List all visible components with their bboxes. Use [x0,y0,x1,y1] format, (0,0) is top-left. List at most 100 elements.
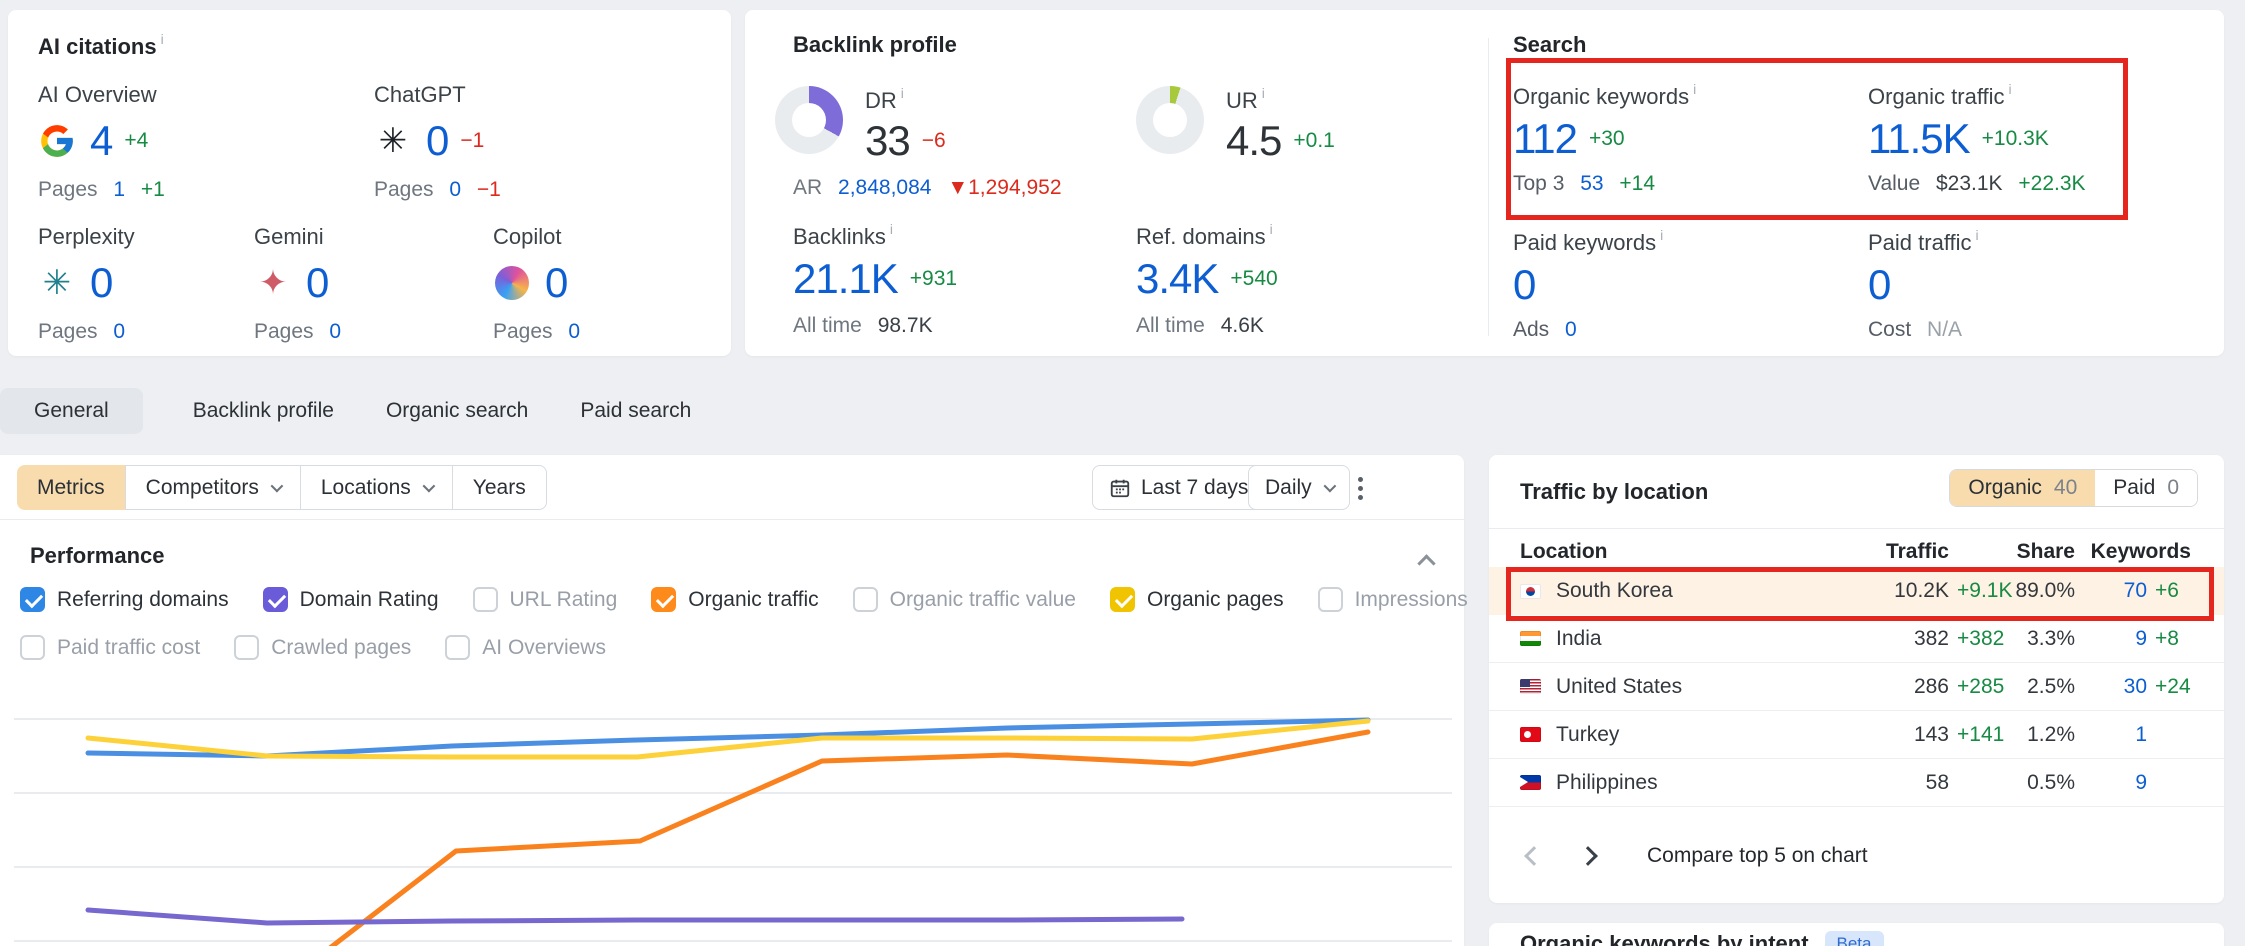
calendar-icon [1109,477,1131,499]
locations-dropdown[interactable]: Locations [301,465,453,510]
info-icon[interactable]: i [2009,81,2012,97]
checkbox-ai-overviews[interactable]: AI Overviews [445,635,606,660]
metrics-button[interactable]: Metrics [17,465,125,510]
ur-donut [1136,86,1204,154]
info-icon[interactable]: i [1262,85,1265,101]
checkbox-organic-pages[interactable]: Organic pages [1110,587,1284,612]
copilot-pages: Pages 0 [493,320,580,344]
ar-delta: ▼1,294,952 [947,176,1061,199]
paid-keywords-value[interactable]: 0 [1513,264,1535,306]
perplexity-icon: ✳ [38,264,76,302]
ur-label: URi [1226,88,1335,114]
ai-citations-card: AI citationsi AI Overview 4 +4 Pages 1 +… [8,10,731,356]
paid-traffic-value[interactable]: 0 [1868,264,1890,306]
checkbox-organic-traffic-value[interactable]: Organic traffic value [853,587,1076,612]
paid-keywords-block: Paid keywordsi 0 Ads 0 [1513,230,1663,342]
dr-block: DRi 33 −6 [775,86,946,162]
tab-general[interactable]: General [0,388,143,434]
ai-metric-chatgpt: ChatGPT ✳ 0 −1 Pages 0 −1 [374,82,501,202]
checkbox-url-rating[interactable]: URL Rating [473,587,618,612]
performance-chart[interactable] [0,683,1464,946]
info-icon[interactable]: i [901,85,904,101]
ref-domains-block: Ref. domainsi 3.4K +540 All time 4.6K [1136,224,1278,338]
info-icon[interactable]: i [1270,221,1273,237]
table-row-philippines[interactable]: Philippines 58 0.5% 9 [1489,759,2224,807]
chatgpt-value[interactable]: 0 [426,120,448,162]
gemini-icon: ✦ [254,264,292,302]
collapse-chevron-icon[interactable] [1417,554,1435,572]
backlinks-alltime: All time 98.7K [793,314,957,338]
next-page-chevron-icon[interactable] [1578,846,1598,866]
granularity-dropdown[interactable]: Daily [1248,465,1350,510]
table-row-south-korea[interactable]: South Korea 10.2K +9.1K 89.0% 70 +6 [1489,567,2224,615]
toggle-paid[interactable]: Paid 0 [2095,470,2197,506]
info-icon[interactable]: i [1660,227,1663,243]
compare-top-5-link[interactable]: Compare top 5 on chart [1647,844,1868,868]
ref-domains-value[interactable]: 3.4K [1136,258,1218,300]
ref-domains-alltime: All time 4.6K [1136,314,1278,338]
metric-checkbox-row-1: Referring domains Domain Rating URL Rati… [20,587,1638,612]
organic-keywords-sub: Top 3 53 +14 [1513,172,1696,196]
competitors-dropdown[interactable]: Competitors [125,465,301,510]
performance-card: Metrics Competitors Locations Years Last… [0,455,1464,946]
organic-traffic-label: Organic traffici [1868,84,2086,110]
toggle-organic[interactable]: Organic 40 [1950,470,2095,506]
tab-organic-search[interactable]: Organic search [360,388,554,434]
chevron-down-icon [270,480,283,493]
backlink-search-card: Backlink profile DRi 33 −6 AR 2,848,084 … [745,10,2224,356]
organic-traffic-value[interactable]: 11.5K [1868,118,1970,160]
backlinks-value[interactable]: 21.1K [793,258,898,300]
checkbox-icon [20,587,45,612]
organic-traffic-delta: +10.3K [1982,127,2049,151]
ar-row: AR 2,848,084 ▼1,294,952 [793,176,1062,200]
checkbox-icon [1318,587,1343,612]
perplexity-value[interactable]: 0 [90,262,112,304]
keywords-by-intent-card: Organic keywords by intent Beta [1489,923,2224,946]
tab-backlink-profile[interactable]: Backlink profile [167,388,360,434]
checkbox-crawled-pages[interactable]: Crawled pages [234,635,411,660]
metric-checkbox-row-2: Paid traffic cost Crawled pages AI Overv… [20,635,606,660]
checkbox-referring-domains[interactable]: Referring domains [20,587,229,612]
ur-block: URi 4.5 +0.1 [1136,86,1335,162]
ai-overview-value[interactable]: 4 [90,120,112,162]
info-icon[interactable]: i [890,221,893,237]
checkbox-impressions[interactable]: Impressions [1318,587,1468,612]
paid-traffic-sub: Cost N/A [1868,318,1979,342]
divider [0,519,1464,520]
ref-domains-delta: +540 [1230,267,1277,291]
backlinks-label: Backlinksi [793,224,957,250]
openai-icon: ✳ [374,122,412,160]
more-options-kebab[interactable] [1345,467,1375,509]
copilot-value[interactable]: 0 [545,262,567,304]
checkbox-domain-rating[interactable]: Domain Rating [263,587,439,612]
ai-metric-copilot: Copilot 0 Pages 0 [493,224,580,344]
dr-label: DRi [865,88,946,114]
previous-page-chevron-icon[interactable] [1524,846,1544,866]
checkbox-icon [263,587,288,612]
organic-keywords-value[interactable]: 112 [1513,118,1577,160]
info-icon[interactable]: i [1976,227,1979,243]
gemini-label: Gemini [254,224,341,250]
info-icon[interactable]: i [161,31,164,47]
ai-metric-perplexity: Perplexity ✳ 0 Pages 0 [38,224,135,344]
years-button[interactable]: Years [453,465,547,510]
checkbox-organic-traffic[interactable]: Organic traffic [651,587,818,612]
ar-value-link[interactable]: 2,848,084 [838,176,931,199]
chatgpt-label: ChatGPT [374,82,501,108]
checkbox-paid-traffic-cost[interactable]: Paid traffic cost [20,635,200,660]
traffic-type-toggle: Organic 40 Paid 0 [1949,469,2198,507]
paid-keywords-label: Paid keywordsi [1513,230,1663,256]
chatgpt-pages: Pages 0 −1 [374,178,501,202]
table-row-india[interactable]: India 382 +382 3.3% 9 +8 [1489,615,2224,663]
table-row-united-states[interactable]: United States 286 +285 2.5% 30 +24 [1489,663,2224,711]
info-icon[interactable]: i [1693,81,1696,97]
perplexity-pages: Pages 0 [38,320,135,344]
gemini-value[interactable]: 0 [306,262,328,304]
table-row-turkey[interactable]: Turkey 143 +141 1.2% 1 [1489,711,2224,759]
organic-traffic-block: Organic traffici 11.5K +10.3K Value $23.… [1868,84,2086,196]
organic-keywords-block: Organic keywordsi 112 +30 Top 3 53 +14 [1513,84,1696,196]
tab-paid-search[interactable]: Paid search [554,388,717,434]
paid-traffic-label: Paid traffici [1868,230,1979,256]
copilot-icon [493,264,531,302]
checkbox-icon [473,587,498,612]
